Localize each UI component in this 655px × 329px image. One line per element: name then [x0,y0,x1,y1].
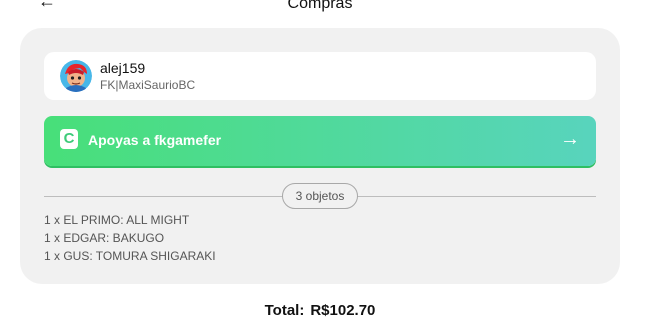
creator-username: alej159 [100,60,146,76]
support-label: Apoyas a fkgamefer [88,132,222,148]
arrow-right-icon: → [560,128,580,150]
total-label: Total: [264,302,305,319]
order-items-list: 1 x EL PRIMO: ALL MIGHT 1 x EDGAR: BAKUG… [44,211,216,265]
support-creator-button[interactable]: C Apoyas a fkgamefer → [44,116,596,166]
list-item: 1 x EL PRIMO: ALL MIGHT [44,213,190,227]
creator-code-logo-icon: C [60,129,78,149]
creator-card: alej159 FK|MaxiSaurioBC [44,52,596,100]
list-item: 1 x GUS: TOMURA SHIGARAKI [44,249,216,263]
top-bar: ← Compras [0,0,655,14]
avatar-icon [60,60,92,92]
page-title: Compras [287,0,353,12]
list-item: 1 x EDGAR: BAKUGO [44,231,165,245]
order-total: Total: R$102.70 [0,301,640,321]
purchase-card: alej159 FK|MaxiSaurioBC C Apoyas a fkgam… [20,28,620,284]
total-amount: R$102.70 [310,302,376,319]
creator-handle: FK|MaxiSaurioBC [100,78,196,92]
item-count-badge: 3 objetos [282,183,358,209]
